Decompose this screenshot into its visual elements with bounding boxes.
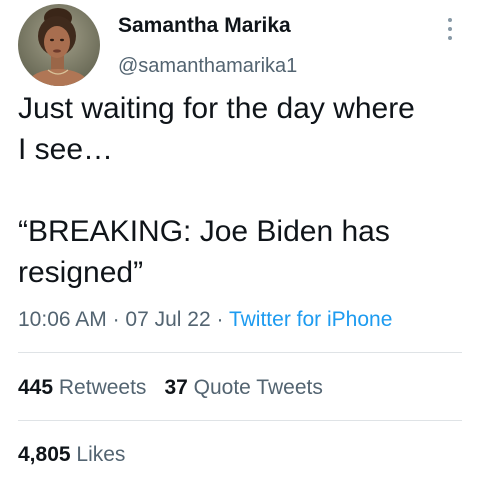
tweet-meta: 10:06 AM · 07 Jul 22 · Twitter for iPhon… <box>18 308 392 332</box>
tweet-text-line: “BREAKING: Joe Biden has <box>18 215 390 248</box>
tweet-source-link[interactable]: Twitter for iPhone <box>229 308 392 331</box>
engagement-stats-row: 445 Retweets 37 Quote Tweets <box>18 376 323 400</box>
divider <box>18 352 462 353</box>
author-display-name[interactable]: Samantha Marika <box>118 14 291 38</box>
tweet-text-line: I see… <box>18 133 114 166</box>
retweets-count: 445 <box>18 376 54 399</box>
retweets-label: Retweets <box>58 376 147 399</box>
likes-stat-row: 4,805 Likes <box>18 443 125 467</box>
tweet-text-line: Just waiting for the day where <box>18 92 415 125</box>
retweets-stat[interactable]: 445 Retweets <box>18 376 146 399</box>
tweet-card: Samantha Marika @samanthamarika1 Just wa… <box>0 0 480 480</box>
tweet-date[interactable]: 07 Jul 22 <box>125 308 210 331</box>
meta-separator: · <box>216 308 224 331</box>
quote-tweets-count: 37 <box>164 376 188 399</box>
likes-count: 4,805 <box>18 443 71 466</box>
divider <box>18 420 462 421</box>
likes-stat[interactable]: 4,805 Likes <box>18 443 125 466</box>
meta-separator: · <box>112 308 120 331</box>
tweet-text-line: resigned” <box>18 256 144 289</box>
avatar[interactable] <box>18 4 100 86</box>
tweet-time[interactable]: 10:06 AM <box>18 308 107 331</box>
quote-tweets-label: Quote Tweets <box>193 376 323 399</box>
tweet-text-line <box>18 170 473 211</box>
likes-label: Likes <box>76 443 126 466</box>
profile-photo-icon <box>18 4 100 86</box>
author-handle[interactable]: @samanthamarika1 <box>118 55 297 78</box>
quote-tweets-stat[interactable]: 37 Quote Tweets <box>164 376 322 399</box>
more-vertical-icon[interactable] <box>442 14 458 44</box>
tweet-text: Just waiting for the day where I see… “B… <box>18 88 473 293</box>
